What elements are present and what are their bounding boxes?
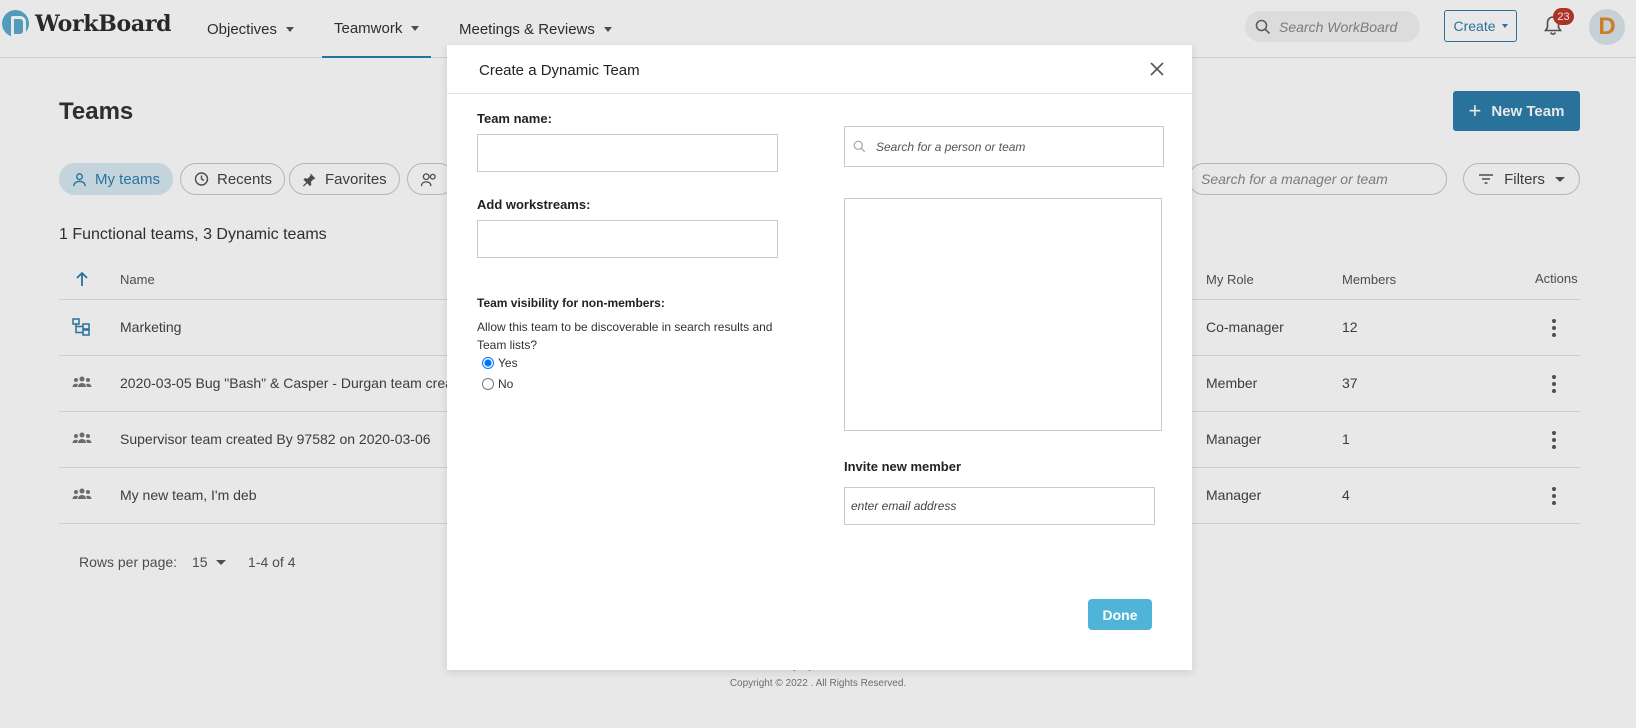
person-search-placeholder: Search for a person or team bbox=[876, 139, 1026, 154]
radio-label: No bbox=[498, 377, 514, 391]
team-name-input[interactable] bbox=[477, 134, 778, 172]
visibility-label: Team visibility for non-members: bbox=[477, 296, 665, 310]
create-dynamic-team-dialog: Create a Dynamic Team Team name: Add wor… bbox=[447, 45, 1192, 670]
invite-member-label: Invite new member bbox=[844, 459, 962, 474]
invite-email-input[interactable] bbox=[844, 487, 1155, 525]
visibility-description: Allow this team to be discoverable in se… bbox=[477, 320, 773, 352]
person-team-search-input[interactable]: Search for a person or team bbox=[844, 126, 1164, 167]
visibility-yes-radio[interactable] bbox=[482, 357, 494, 369]
visibility-no-option[interactable]: No bbox=[482, 377, 513, 391]
visibility-no-radio[interactable] bbox=[482, 378, 494, 390]
done-button[interactable]: Done bbox=[1088, 599, 1152, 630]
radio-label: Yes bbox=[498, 356, 518, 370]
workstreams-label: Add workstreams: bbox=[477, 197, 591, 212]
members-list-box[interactable] bbox=[844, 198, 1162, 431]
team-name-label: Team name: bbox=[477, 111, 552, 126]
close-icon[interactable] bbox=[1148, 60, 1166, 78]
search-icon bbox=[853, 140, 866, 153]
dialog-header: Create a Dynamic Team bbox=[447, 45, 1192, 94]
visibility-yes-option[interactable]: Yes bbox=[482, 356, 518, 370]
dialog-title: Create a Dynamic Team bbox=[479, 62, 640, 79]
workstreams-input[interactable] bbox=[477, 220, 778, 258]
